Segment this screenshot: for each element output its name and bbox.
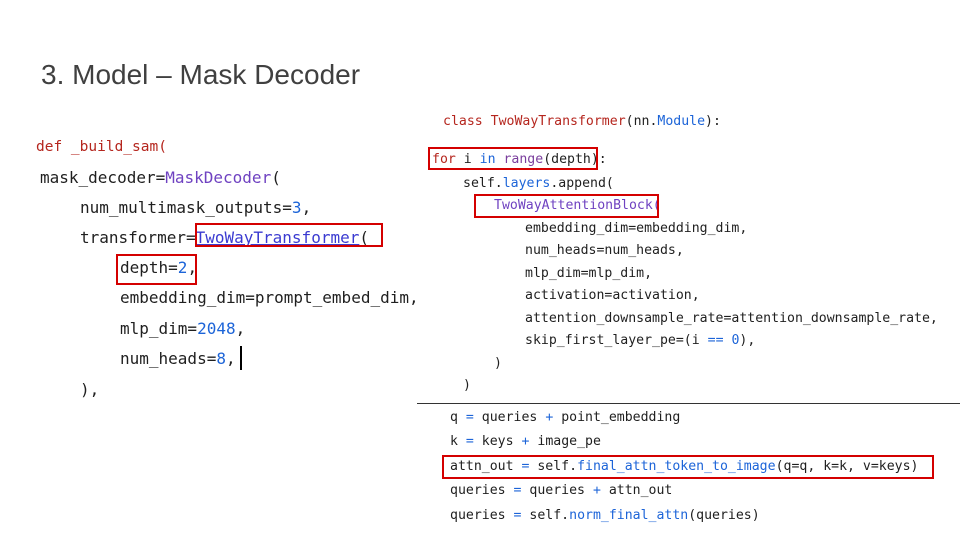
code-token: , [301,198,312,217]
code-operator: = [465,410,474,425]
code-token: queries [450,483,514,498]
code-number: 3 [291,198,302,217]
left-code-line-7: mlp_dim=2048, [120,319,245,338]
module-name: Module [657,114,706,129]
code-operator: = [465,434,474,449]
code-token: (queries) [688,508,760,523]
code-token: ), [739,333,756,348]
right-code-param-1: embedding_dim=embedding_dim, [525,221,748,236]
code-token: point_embedding [553,410,681,425]
highlight-box-two-way-transformer [195,223,383,247]
class-name: TwoWayTransformer [490,114,626,129]
code-operator: == [707,333,724,348]
code-token: self. [463,176,503,191]
code-token: ( [271,168,281,187]
highlight-box-depth [116,254,197,285]
code-token: skip_first_layer_pe=(i [525,333,708,348]
right-code-close-1: ) [494,356,502,371]
bottom-code-line-1: q = queries + point_embedding [450,410,680,425]
function-name: _build_sam( [62,139,167,155]
right-code-param-2: num_heads=num_heads, [525,243,684,258]
code-token: self. [521,508,570,523]
right-code-close-2: ) [463,378,471,393]
layers-attr: layers [502,176,551,191]
left-code-line-1: def _build_sam( [36,139,167,155]
code-token: queries [473,410,546,425]
code-token: (nn. [625,114,658,129]
left-code-line-8: num_heads=8, [120,349,236,368]
code-token: queries [450,508,514,523]
code-token: q [450,410,466,425]
code-token: mask_decoder= [40,168,166,187]
code-number: 8 [216,349,226,368]
right-code-param-5: attention_downsample_rate=attention_down… [525,311,938,326]
left-code-line-9: ), [80,380,100,399]
highlight-box-for-loop [428,147,598,170]
section-divider [417,403,960,404]
code-token: attn_out [600,483,673,498]
code-token: , [225,349,236,368]
code-token: mlp_dim= [120,319,198,338]
right-code-line-class: class TwoWayTransformer(nn.Module): [443,114,721,129]
bottom-code-line-5: queries = self.norm_final_attn(queries) [450,508,760,523]
left-code-line-2: mask_decoder=MaskDecoder( [40,168,281,187]
def-keyword: def [36,139,63,155]
slide-title: 3. Model – Mask Decoder [41,59,361,90]
code-token: num_heads= [120,349,217,368]
left-code-line-3: num_multimask_outputs=3, [80,198,311,217]
right-code-line-append: self.layers.append( [463,176,614,191]
bottom-code-line-4: queries = queries + attn_out [450,483,672,498]
code-token: num_multimask_outputs= [80,198,292,217]
bottom-code-line-2: k = keys + image_pe [450,434,601,449]
highlight-box-attention-block [474,194,659,218]
mask-decoder-class: MaskDecoder [165,168,272,187]
code-token: transformer= [80,228,196,247]
code-token: .append( [550,176,614,191]
code-token: ): [705,114,721,129]
highlight-box-attn-out [442,455,934,479]
right-code-param-3: mlp_dim=mlp_dim, [525,266,653,281]
text-cursor [240,346,242,370]
class-keyword: class [443,114,483,129]
code-operator: + [592,483,601,498]
right-code-param-4: activation=activation, [525,288,700,303]
code-token: , [235,319,246,338]
code-number: 2048 [197,319,236,338]
code-token: image_pe [529,434,601,449]
norm-final-attn-attr: norm_final_attn [569,508,689,523]
right-code-param-6: skip_first_layer_pe=(i == 0), [525,333,755,348]
left-code-line-6: embedding_dim=prompt_embed_dim, [120,288,419,307]
code-token: k [450,434,466,449]
code-token: queries [521,483,593,498]
code-token: keys [473,434,522,449]
